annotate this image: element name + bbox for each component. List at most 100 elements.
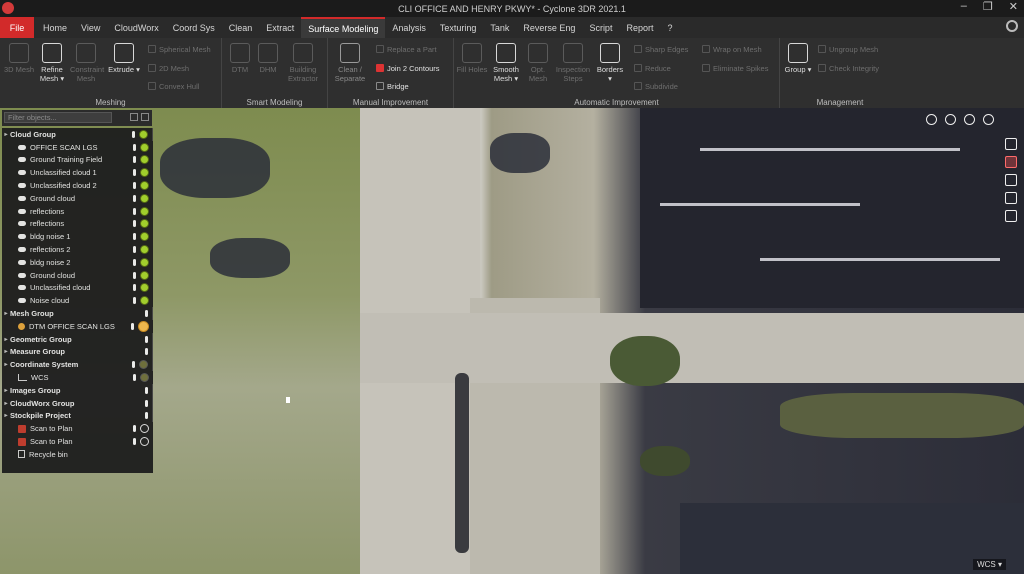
tree-item-row[interactable]: Ground Training Field <box>2 154 153 167</box>
pin-icon[interactable] <box>145 335 148 343</box>
tree-item-row[interactable]: bldg noise 1 <box>2 230 153 243</box>
visibility-dot-icon[interactable] <box>139 360 148 370</box>
pin-icon[interactable] <box>133 271 136 279</box>
visibility-dot-icon[interactable] <box>140 181 149 191</box>
pin-icon[interactable] <box>131 322 134 330</box>
play-icon[interactable] <box>140 424 149 434</box>
visibility-dot-icon[interactable] <box>140 296 149 306</box>
subdivide-button[interactable]: Subdivide <box>634 80 678 92</box>
eliminate-spikes-button[interactable]: Eliminate Spikes <box>702 62 768 74</box>
tree-item-row[interactable]: Unclassified cloud 1 <box>2 166 153 179</box>
tree-item-row[interactable]: bldg noise 2 <box>2 256 153 269</box>
wrap-on-mesh-button[interactable]: Wrap on Mesh <box>702 43 762 55</box>
tree-item-row[interactable]: reflections <box>2 205 153 218</box>
tree-group-row[interactable]: ▸ Geometric Group <box>2 332 153 346</box>
smooth-mesh-button[interactable]: Smooth Mesh ▾ <box>490 43 522 83</box>
extrude-button[interactable]: Extrude ▾ <box>108 43 140 74</box>
visibility-dot-icon[interactable] <box>140 270 149 280</box>
tree-item-row[interactable]: Noise cloud <box>2 294 153 307</box>
filter-objects-input[interactable]: Filter objects... <box>4 112 112 123</box>
pin-icon[interactable] <box>145 310 148 318</box>
fill-holes-button[interactable]: Fill Holes <box>456 43 488 74</box>
tree-item-row[interactable]: reflections 2 <box>2 243 153 256</box>
pin-icon[interactable] <box>133 258 136 266</box>
visibility-dot-icon[interactable] <box>140 283 149 293</box>
constraint-mesh-button[interactable]: Constraint Mesh <box>70 43 104 83</box>
visibility-dot-icon[interactable] <box>140 245 149 255</box>
join-contours-button[interactable]: Join 2 Contours <box>376 62 440 74</box>
3d-viewport[interactable]: WCS ▾ <box>0 108 1024 574</box>
tree-group-row[interactable]: ▸ Mesh Group <box>2 307 153 320</box>
visibility-dot-icon[interactable] <box>140 232 149 242</box>
expand-arrow-icon[interactable]: ▸ <box>2 336 10 343</box>
pin-icon[interactable] <box>145 412 148 420</box>
eraser-icon[interactable] <box>983 114 994 125</box>
pin-icon[interactable] <box>133 182 136 190</box>
expand-arrow-icon[interactable]: ▸ <box>2 131 10 138</box>
bridge-button[interactable]: Bridge <box>376 80 409 92</box>
tab-clean[interactable]: Clean <box>222 17 260 38</box>
pin-icon[interactable] <box>133 207 136 215</box>
tab-home[interactable]: Home <box>36 17 74 38</box>
visibility-dot-icon[interactable] <box>140 257 149 267</box>
pin-icon[interactable] <box>133 194 136 202</box>
tab-tank[interactable]: Tank <box>483 17 516 38</box>
refine-mesh-button[interactable]: Refine Mesh ▾ <box>36 43 68 83</box>
group-button[interactable]: Group ▾ <box>782 43 814 74</box>
pin-icon[interactable] <box>133 284 136 292</box>
tree-item-row[interactable]: Unclassified cloud 2 <box>2 179 153 192</box>
tree-group-row[interactable]: ▸ Images Group <box>2 383 153 397</box>
visibility-dot-icon[interactable] <box>140 373 149 383</box>
tree-group-row[interactable]: ▸ Coordinate System <box>2 358 153 372</box>
tree-item-row[interactable]: OFFICE SCAN LGS <box>2 141 153 154</box>
person-icon[interactable] <box>1005 174 1017 186</box>
tab-coord-sys[interactable]: Coord Sys <box>166 17 222 38</box>
tree-item-row[interactable]: Scan to Plan <box>2 422 153 435</box>
3d-mesh-button[interactable]: 3D Mesh <box>3 43 35 74</box>
expand-arrow-icon[interactable]: ▸ <box>2 387 10 394</box>
pin-icon[interactable] <box>133 246 136 254</box>
tab-report[interactable]: Report <box>619 17 660 38</box>
close-button[interactable]: ✕ <box>1009 0 1018 13</box>
tree-item-row[interactable]: WCS <box>2 371 153 384</box>
visibility-dot-icon[interactable] <box>140 193 149 203</box>
tree-item-row[interactable]: DTM OFFICE SCAN LGS <box>2 320 153 333</box>
expand-arrow-icon[interactable]: ▸ <box>2 412 10 419</box>
crosshair-icon[interactable] <box>1005 138 1017 150</box>
inspection-steps-button[interactable]: Inspection Steps <box>554 43 592 83</box>
fit-view-icon[interactable] <box>1005 156 1017 168</box>
expand-arrow-icon[interactable]: ▸ <box>2 310 10 317</box>
replace-part-button[interactable]: Replace a Part <box>376 43 437 55</box>
convex-hull-button[interactable]: Convex Hull <box>148 80 199 92</box>
tab-extract[interactable]: Extract <box>259 17 301 38</box>
tab-texturing[interactable]: Texturing <box>433 17 484 38</box>
borders-button[interactable]: Borders ▾ <box>594 43 626 83</box>
filter-icon[interactable] <box>130 113 138 121</box>
tab-surface-modeling[interactable]: Surface Modeling <box>301 17 386 38</box>
visibility-dot-icon[interactable] <box>140 206 149 216</box>
opt-mesh-button[interactable]: Opt. Mesh <box>522 43 554 83</box>
pin-icon[interactable] <box>133 169 136 177</box>
pin-icon[interactable] <box>145 348 148 356</box>
lasso-icon[interactable] <box>964 114 975 125</box>
pencil-icon[interactable] <box>926 114 937 125</box>
expand-arrow-icon[interactable]: ▸ <box>2 361 10 368</box>
tab-view[interactable]: View <box>74 17 107 38</box>
tree-group-row[interactable]: ▸ CloudWorx Group <box>2 396 153 410</box>
tree-item-row[interactable]: Recycle bin <box>2 448 153 461</box>
visibility-dot-icon[interactable] <box>140 168 149 178</box>
pin-icon[interactable] <box>133 425 136 433</box>
minimize-button[interactable]: – <box>961 0 967 13</box>
pin-icon[interactable] <box>133 143 136 151</box>
2d-mesh-button[interactable]: 2D Mesh <box>148 62 189 74</box>
visibility-dot-icon[interactable] <box>139 129 148 139</box>
maximize-button[interactable]: ❐ <box>983 0 993 13</box>
expand-arrow-icon[interactable]: ▸ <box>2 400 10 407</box>
tree-item-row[interactable]: reflections <box>2 218 153 231</box>
tab-analysis[interactable]: Analysis <box>385 17 433 38</box>
ungroup-mesh-button[interactable]: Ungroup Mesh <box>818 43 878 55</box>
tab-reverse-eng[interactable]: Reverse Eng <box>516 17 582 38</box>
pin-icon[interactable] <box>133 374 136 382</box>
tab-script[interactable]: Script <box>582 17 619 38</box>
pin-icon[interactable] <box>132 361 135 369</box>
